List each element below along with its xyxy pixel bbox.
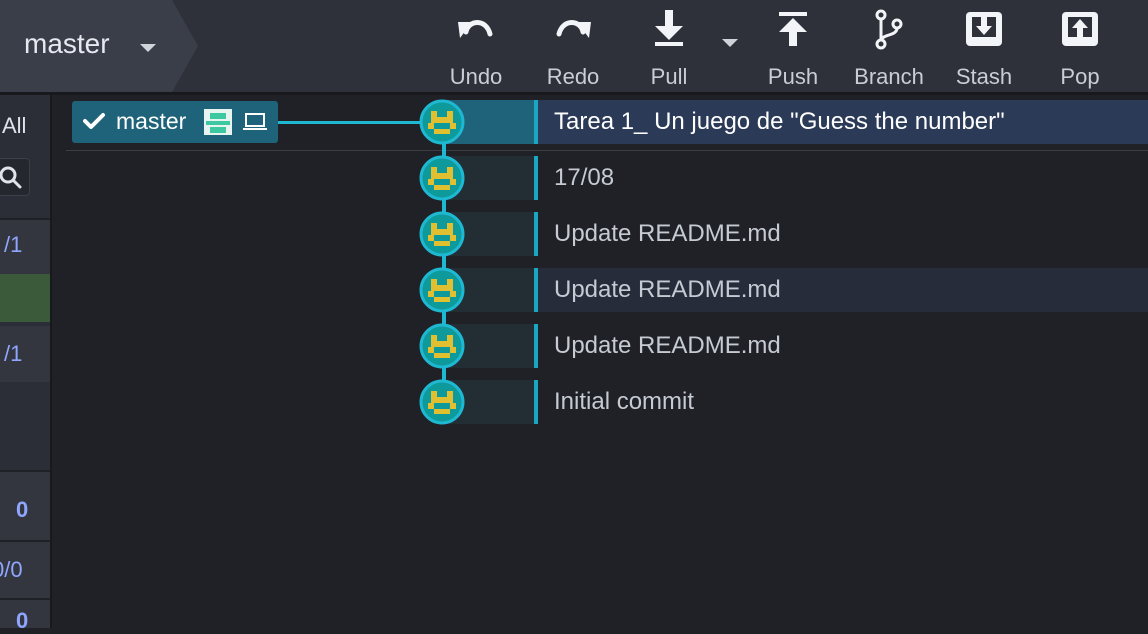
toolbar-divider — [0, 92, 1148, 95]
stash-icon — [966, 12, 1002, 46]
pull-options-chevron-down-icon[interactable] — [722, 39, 738, 47]
pull-button[interactable]: Pull — [627, 8, 711, 89]
undo-icon — [458, 20, 493, 38]
commit-message: Tarea 1_ Un juego de "Guess the number" — [554, 108, 1005, 135]
stash-button[interactable]: Stash — [942, 8, 1026, 89]
commit-row[interactable]: Update README.md — [0, 267, 1148, 313]
push-label: Push — [767, 64, 819, 89]
pull-icon — [655, 10, 683, 46]
undo-label: Undo — [449, 64, 503, 89]
tags-count: 0/0 — [0, 557, 23, 582]
commit-author-avatar-icon[interactable] — [419, 99, 465, 145]
graph-divider — [66, 150, 1148, 151]
current-branch-selector[interactable]: master — [0, 0, 198, 92]
pop-icon — [1062, 12, 1098, 46]
commit-message-cell — [538, 156, 1148, 200]
commit-author-avatar-icon[interactable] — [419, 379, 465, 425]
commit-author-avatar-icon[interactable] — [419, 211, 465, 257]
redo-icon — [556, 20, 591, 38]
commit-message: Update README.md — [554, 220, 781, 247]
commit-author-avatar-icon[interactable] — [419, 267, 465, 313]
commit-row[interactable]: Tarea 1_ Un juego de "Guess the number" — [0, 99, 1148, 145]
redo-label: Redo — [546, 64, 600, 89]
commit-message: Initial commit — [554, 388, 695, 415]
commit-message: Update README.md — [554, 276, 781, 303]
commit-message: Update README.md — [554, 332, 781, 359]
commit-row[interactable]: 17/08 — [0, 155, 1148, 201]
commit-message: 17/08 — [554, 164, 615, 191]
pull-label: Pull — [650, 64, 688, 89]
pull-requests-count: 0 — [16, 497, 29, 522]
push-icon — [779, 12, 807, 46]
pop-label: Pop — [1060, 64, 1100, 89]
commit-author-avatar-icon[interactable] — [419, 323, 465, 369]
branch-label: Branch — [854, 64, 924, 89]
branch-icon — [875, 9, 903, 50]
push-button[interactable]: Push — [751, 8, 835, 89]
undo-button[interactable]: Undo — [434, 8, 518, 89]
toolbar: master Undo Redo Pull Push Branch Stash … — [0, 0, 1148, 92]
stashes-count: 0 — [16, 608, 29, 633]
chevron-down-icon — [140, 44, 156, 52]
current-branch-name: master — [24, 28, 110, 59]
commit-author-avatar-icon[interactable] — [419, 155, 465, 201]
redo-button[interactable]: Redo — [531, 8, 615, 89]
commit-row[interactable]: Initial commit — [0, 379, 1148, 425]
commit-row[interactable]: Update README.md — [0, 323, 1148, 369]
stash-label: Stash — [955, 64, 1013, 89]
branch-button[interactable]: Branch — [847, 8, 931, 89]
pop-button[interactable]: Pop — [1038, 8, 1122, 89]
commit-row[interactable]: Update README.md — [0, 211, 1148, 257]
